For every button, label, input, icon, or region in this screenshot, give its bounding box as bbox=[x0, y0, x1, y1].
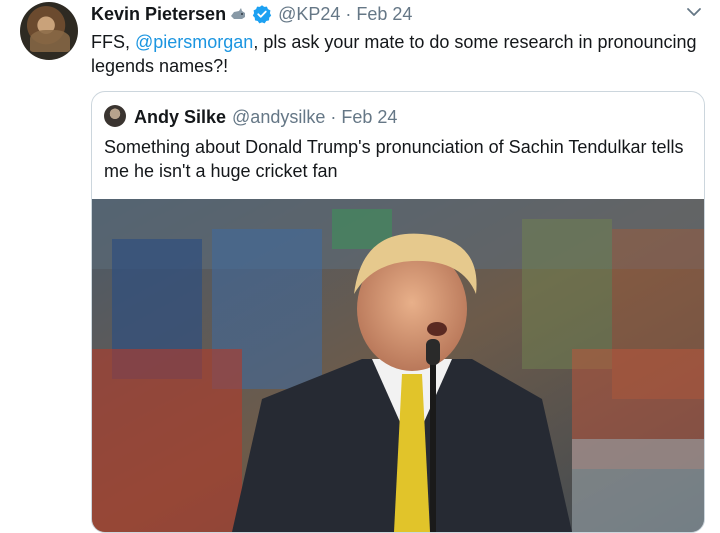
rhino-emoji-icon bbox=[231, 8, 246, 19]
chevron-down-icon[interactable] bbox=[684, 2, 704, 22]
quoted-tweet-text: Something about Donald Trump's pronuncia… bbox=[104, 137, 684, 181]
quoted-author-avatar bbox=[104, 105, 126, 127]
quoted-tweet[interactable]: Andy Silke @andysilke · Feb 24 Something ab… bbox=[91, 91, 705, 533]
tweet-text-before: FFS, bbox=[91, 32, 135, 52]
quoted-tweet-header: Andy Silke @andysilke · Feb 24 bbox=[134, 105, 397, 129]
tweet-date[interactable]: Feb 24 bbox=[356, 4, 412, 24]
quoted-author-name: Andy Silke bbox=[134, 107, 227, 127]
quoted-tweet-date: Feb 24 bbox=[341, 107, 398, 127]
author-avatar[interactable] bbox=[20, 2, 78, 60]
tweet-header: Kevin Pietersen @KP24 · Feb 24 bbox=[91, 2, 412, 26]
author-name[interactable]: Kevin Pietersen bbox=[91, 4, 226, 24]
tweet[interactable]: Kevin Pietersen @KP24 · Feb 24 FFS, @piers… bbox=[0, 0, 720, 533]
verified-badge-icon bbox=[252, 5, 272, 24]
quoted-meta-separator: · bbox=[330, 107, 337, 127]
quoted-author-handle: @andysilke bbox=[232, 107, 326, 127]
mention-link[interactable]: @piersmorgan bbox=[135, 32, 253, 52]
tweet-text: FFS, @piersmorgan, pls ask your mate to … bbox=[91, 30, 701, 78]
author-handle[interactable]: @KP24 bbox=[278, 4, 340, 24]
meta-separator: · bbox=[345, 4, 352, 24]
quoted-video-thumbnail[interactable] bbox=[92, 199, 704, 532]
